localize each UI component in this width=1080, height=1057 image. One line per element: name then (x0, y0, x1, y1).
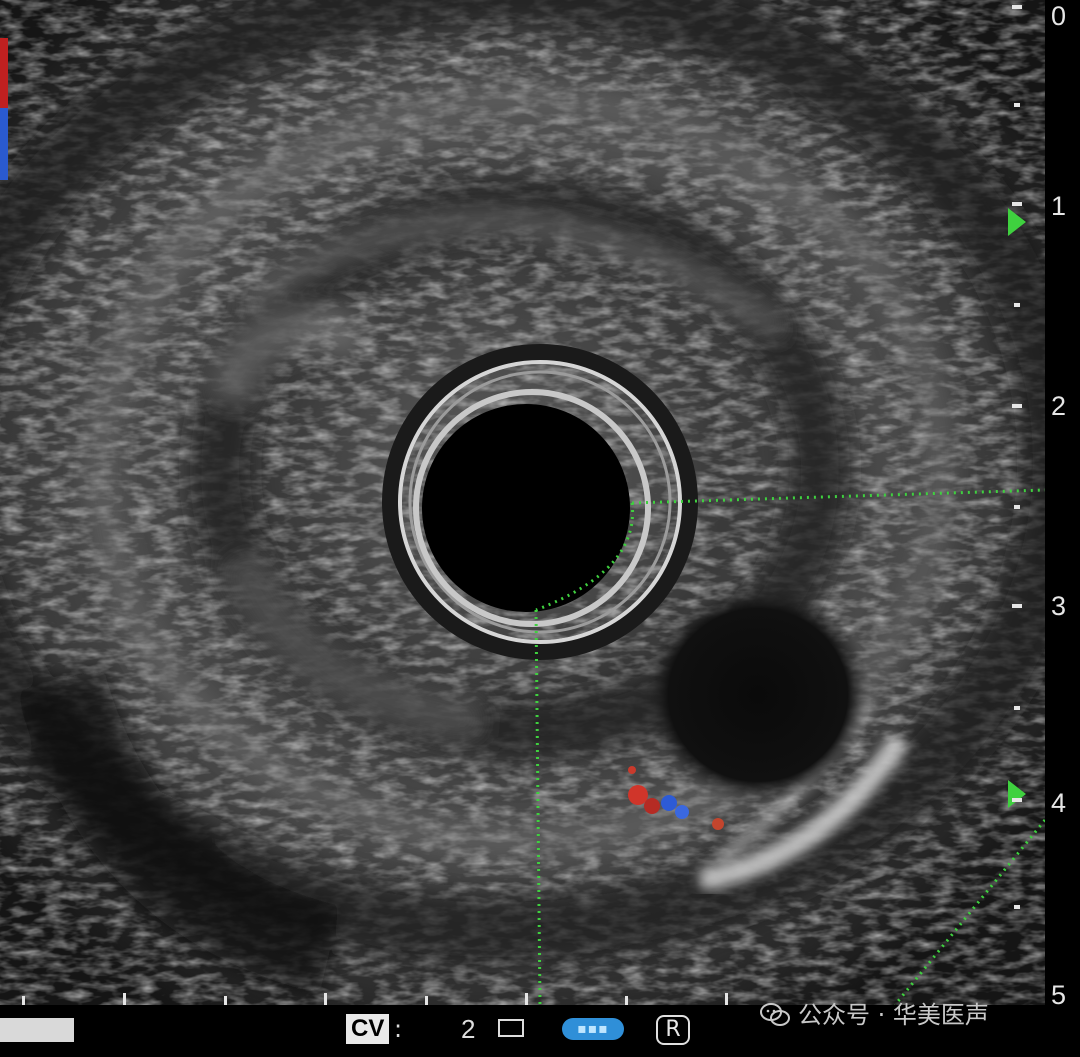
color-doppler-icon: ▪▪▪ (562, 1018, 624, 1040)
cv-value: 2 (461, 1014, 476, 1044)
ultrasound-image (0, 0, 1080, 1057)
cv-separator: : (394, 1015, 403, 1043)
watermark-text: 公众号 · 华美医声 (798, 1001, 989, 1029)
depth-label-0: 0 (1050, 1, 1066, 31)
color-scale-red (0, 38, 8, 108)
wechat-icon (760, 1003, 790, 1026)
depth-label-4: 4 (1050, 788, 1066, 818)
color-scale-blue (0, 108, 8, 180)
depth-label-3: 3 (1050, 591, 1066, 621)
r-icon: R (656, 1015, 690, 1045)
status-progress-bar (0, 1018, 74, 1042)
depth-label-1: 1 (1050, 191, 1066, 221)
frame-icon (498, 1019, 524, 1037)
depth-label-5: 5 (1050, 980, 1066, 1010)
depth-label-2: 2 (1050, 391, 1066, 421)
cv-label: CV (346, 1014, 390, 1044)
watermark: 公众号 · 华美医声 (760, 1000, 989, 1030)
hypoechoic-lesion (646, 587, 870, 803)
